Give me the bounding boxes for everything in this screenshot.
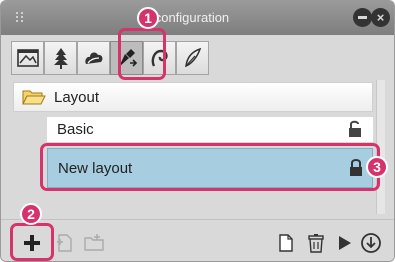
duplicate-icon [279, 234, 293, 252]
folder-open-icon [22, 90, 46, 105]
play-icon [339, 236, 351, 250]
cloud-brush-icon [84, 52, 102, 64]
download-button[interactable] [358, 230, 384, 256]
minimize-icon [358, 16, 367, 19]
callout-badge-3: 3 [366, 156, 388, 178]
tree-icon [53, 48, 68, 69]
delete-button[interactable] [303, 230, 329, 256]
list-item-new-layout[interactable]: New layout [47, 148, 373, 188]
plus-icon [24, 235, 40, 251]
tab-tree[interactable] [44, 41, 77, 75]
tab-feather[interactable] [176, 41, 209, 75]
list-scrollbar[interactable] [376, 80, 385, 214]
download-circle-icon [361, 233, 381, 253]
list-item-label: Basic [57, 121, 94, 138]
pen-arrow-icon [118, 49, 137, 67]
add-folder-button[interactable] [53, 230, 79, 256]
list-item-label: New layout [58, 159, 133, 177]
minimize-button[interactable] [353, 8, 372, 27]
list-group-label: Layout [54, 88, 100, 106]
bottom-toolbar [1, 219, 394, 261]
duplicate-button[interactable] [273, 230, 299, 256]
close-button[interactable]: × [371, 8, 390, 27]
add-button[interactable] [19, 230, 45, 256]
tab-cloud[interactable] [77, 41, 110, 75]
tab-pen-arrow[interactable] [110, 41, 143, 75]
layout-list: Layout Basic New layout [9, 80, 387, 214]
configuration-panel: ct configuration × Layout Basic New layo… [0, 0, 395, 262]
lock-icon[interactable] [347, 158, 365, 178]
callout-badge-2: 2 [20, 203, 42, 225]
swirl-icon [151, 49, 168, 67]
list-group-layout[interactable]: Layout [13, 82, 373, 112]
grip-icon[interactable] [15, 10, 27, 24]
play-button[interactable] [331, 230, 357, 256]
close-icon: × [376, 10, 385, 25]
feather-pen-icon [184, 47, 201, 68]
tab-swirl[interactable] [143, 41, 176, 75]
unlock-icon[interactable] [346, 119, 364, 139]
title-bar[interactable]: ct configuration × [1, 1, 394, 35]
new-item-icon [57, 234, 72, 252]
trash-icon [308, 234, 324, 253]
list-item-basic[interactable]: Basic [47, 117, 373, 143]
folder-new-icon [84, 234, 104, 251]
callout-badge-1: 1 [137, 7, 159, 29]
canvas-frame-icon [16, 49, 39, 67]
new-folder-button[interactable] [81, 230, 107, 256]
tab-canvas[interactable] [11, 41, 44, 75]
